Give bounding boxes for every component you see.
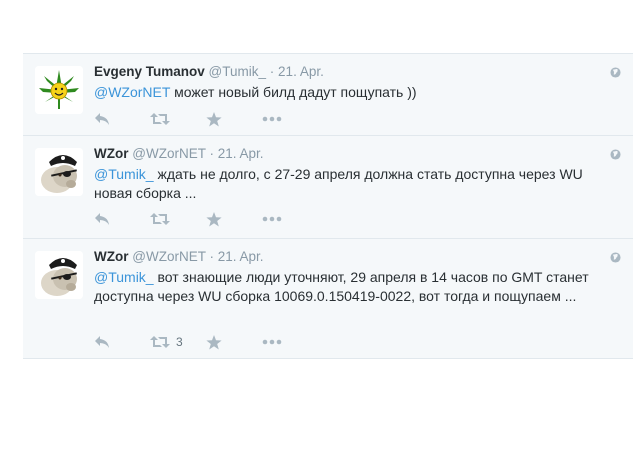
tweet[interactable]: Evgeny Tumanov @Tumik_ · 21. Apr. @WZorN… xyxy=(23,54,633,136)
tweet-feed: Evgeny Tumanov @Tumik_ · 21. Apr. @WZorN… xyxy=(23,53,633,359)
fullname[interactable]: WZor xyxy=(94,249,129,264)
separator: · xyxy=(209,249,214,264)
mention-link[interactable]: @Tumik_ xyxy=(94,269,154,285)
globe-icon xyxy=(610,149,621,160)
tweet-content: Evgeny Tumanov @Tumik_ · 21. Apr. @WZorN… xyxy=(94,63,621,102)
reply-button[interactable] xyxy=(94,209,150,229)
tweet-actions: 3 xyxy=(94,332,318,352)
more-button[interactable] xyxy=(262,109,318,129)
tweet-body: ждать не долго, с 27-29 апреля должна ст… xyxy=(94,166,583,201)
tweet-actions xyxy=(94,209,318,229)
tweet-actions xyxy=(94,109,318,129)
tweet-header: Evgeny Tumanov @Tumik_ · 21. Apr. xyxy=(94,63,621,81)
favorite-button[interactable] xyxy=(206,209,262,229)
cannabis-leaf-smiley-icon xyxy=(35,66,83,114)
reply-button[interactable] xyxy=(94,109,150,129)
mention-link[interactable]: @Tumik_ xyxy=(94,166,154,182)
tweet-text: @WZorNET может новый билд дадут пощупать… xyxy=(94,83,594,102)
tweet-body: может новый билд дадут пощупать )) xyxy=(170,84,417,100)
tweet[interactable]: WZor @WZorNET · 21. Apr. @Tumik_ вот зна… xyxy=(23,239,633,359)
retweet-button[interactable]: 3 xyxy=(150,332,206,352)
username[interactable]: @WZorNET xyxy=(132,146,205,161)
timestamp[interactable]: 21. Apr. xyxy=(218,146,264,161)
more-button[interactable] xyxy=(262,209,318,229)
reply-icon xyxy=(95,213,109,225)
star-icon xyxy=(206,111,222,126)
pirate-sheep-icon xyxy=(35,251,83,299)
reply-button[interactable] xyxy=(94,332,150,352)
star-icon xyxy=(206,334,222,349)
retweet-button[interactable] xyxy=(150,209,206,229)
retweet-icon xyxy=(150,213,170,225)
fullname[interactable]: Evgeny Tumanov xyxy=(94,64,205,79)
retweet-icon xyxy=(150,336,170,348)
favorite-button[interactable] xyxy=(206,332,262,352)
username[interactable]: @WZorNET xyxy=(132,249,205,264)
tweet-content: WZor @WZorNET · 21. Apr. @Tumik_ ждать н… xyxy=(94,145,621,203)
tweet-header: WZor @WZorNET · 21. Apr. xyxy=(94,248,621,266)
star-icon xyxy=(206,211,222,226)
tweet-text: @Tumik_ вот знающие люди уточняют, 29 ап… xyxy=(94,268,594,306)
mention-link[interactable]: @WZorNET xyxy=(94,84,170,100)
reply-icon xyxy=(95,113,109,125)
reply-icon xyxy=(95,336,109,348)
separator: · xyxy=(209,146,214,161)
more-dots-icon xyxy=(262,116,282,122)
more-dots-icon xyxy=(262,216,282,222)
retweet-count: 3 xyxy=(176,335,183,349)
fullname[interactable]: WZor xyxy=(94,146,129,161)
more-dots-icon xyxy=(262,339,282,345)
pirate-sheep-icon xyxy=(35,148,83,196)
avatar[interactable] xyxy=(35,148,83,196)
globe-icon xyxy=(610,67,621,78)
avatar[interactable] xyxy=(35,251,83,299)
separator: · xyxy=(269,64,275,79)
username[interactable]: @Tumik_ xyxy=(209,64,266,79)
favorite-button[interactable] xyxy=(206,109,262,129)
retweet-icon xyxy=(150,113,170,125)
more-button[interactable] xyxy=(262,332,318,352)
tweet-header: WZor @WZorNET · 21. Apr. xyxy=(94,145,621,163)
avatar[interactable] xyxy=(35,66,83,114)
timestamp[interactable]: 21. Apr. xyxy=(218,249,264,264)
globe-icon xyxy=(610,252,621,263)
tweet-body: вот знающие люди уточняют, 29 апреля в 1… xyxy=(94,269,589,304)
tweet-text: @Tumik_ ждать не долго, с 27-29 апреля д… xyxy=(94,165,594,203)
retweet-button[interactable] xyxy=(150,109,206,129)
tweet-content: WZor @WZorNET · 21. Apr. @Tumik_ вот зна… xyxy=(94,248,621,306)
tweet[interactable]: WZor @WZorNET · 21. Apr. @Tumik_ ждать н… xyxy=(23,136,633,239)
timestamp[interactable]: 21. Apr. xyxy=(278,64,324,79)
